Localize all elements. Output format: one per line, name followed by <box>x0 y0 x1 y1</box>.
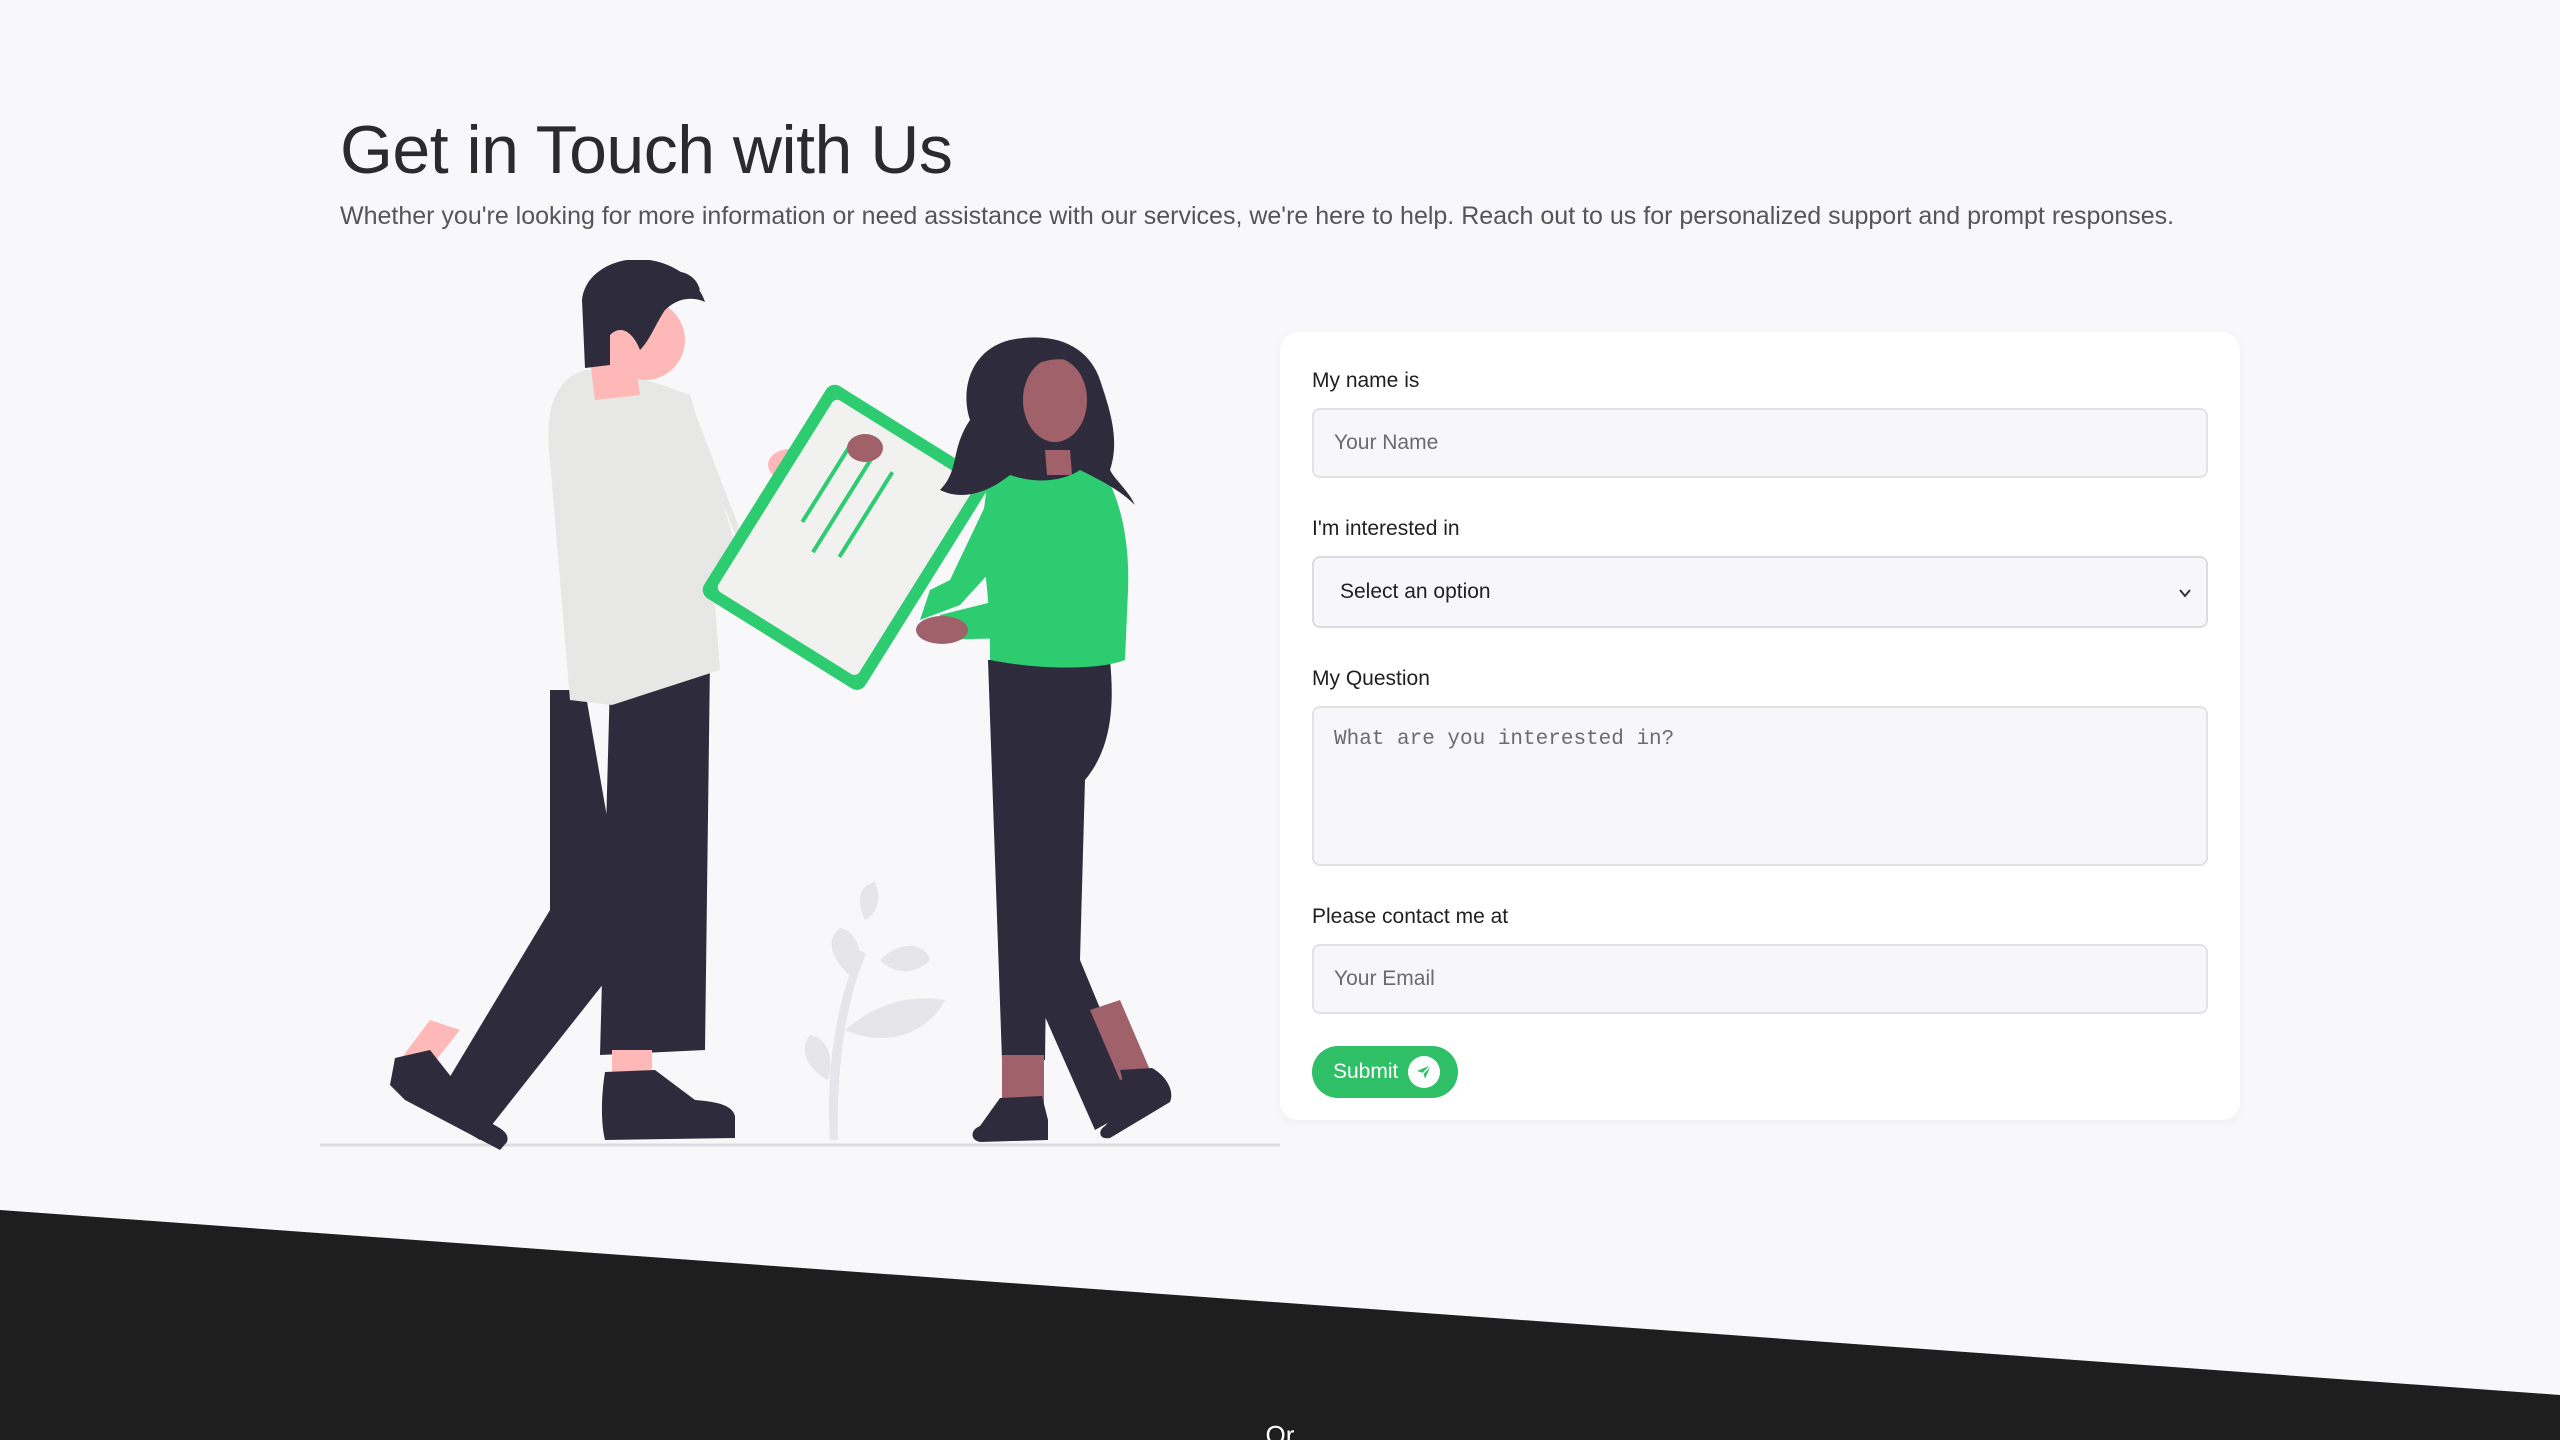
contact-illustration <box>320 259 1280 1150</box>
contact-form-card: My name is I'm interested in Select an o… <box>1280 332 2240 1120</box>
interest-select-value: Select an option <box>1340 580 1491 603</box>
question-label: My Question <box>1312 667 1430 690</box>
page-title: Get in Touch with Us <box>340 112 953 188</box>
interest-label: I'm interested in <box>1312 517 1460 540</box>
page-header: Get in Touch with Us Whether you're look… <box>340 110 2240 234</box>
contact-label: Please contact me at <box>1312 905 1509 928</box>
name-input[interactable] <box>1312 408 2208 478</box>
footer-band <box>0 1210 2560 1440</box>
email-input[interactable] <box>1312 944 2208 1014</box>
question-textarea[interactable] <box>1312 706 2208 866</box>
page-subtitle: Whether you're looking for more informat… <box>340 202 2175 230</box>
submit-button-label: Submit <box>1333 1060 1399 1083</box>
chevron-down-icon <box>2179 589 2191 598</box>
send-icon <box>1408 1056 1441 1088</box>
name-label: My name is <box>1312 369 1420 392</box>
interest-select[interactable]: Select an option <box>1312 556 2208 628</box>
footer-or-text: Or <box>1265 1420 1295 1440</box>
submit-button[interactable]: Submit <box>1312 1046 1459 1098</box>
